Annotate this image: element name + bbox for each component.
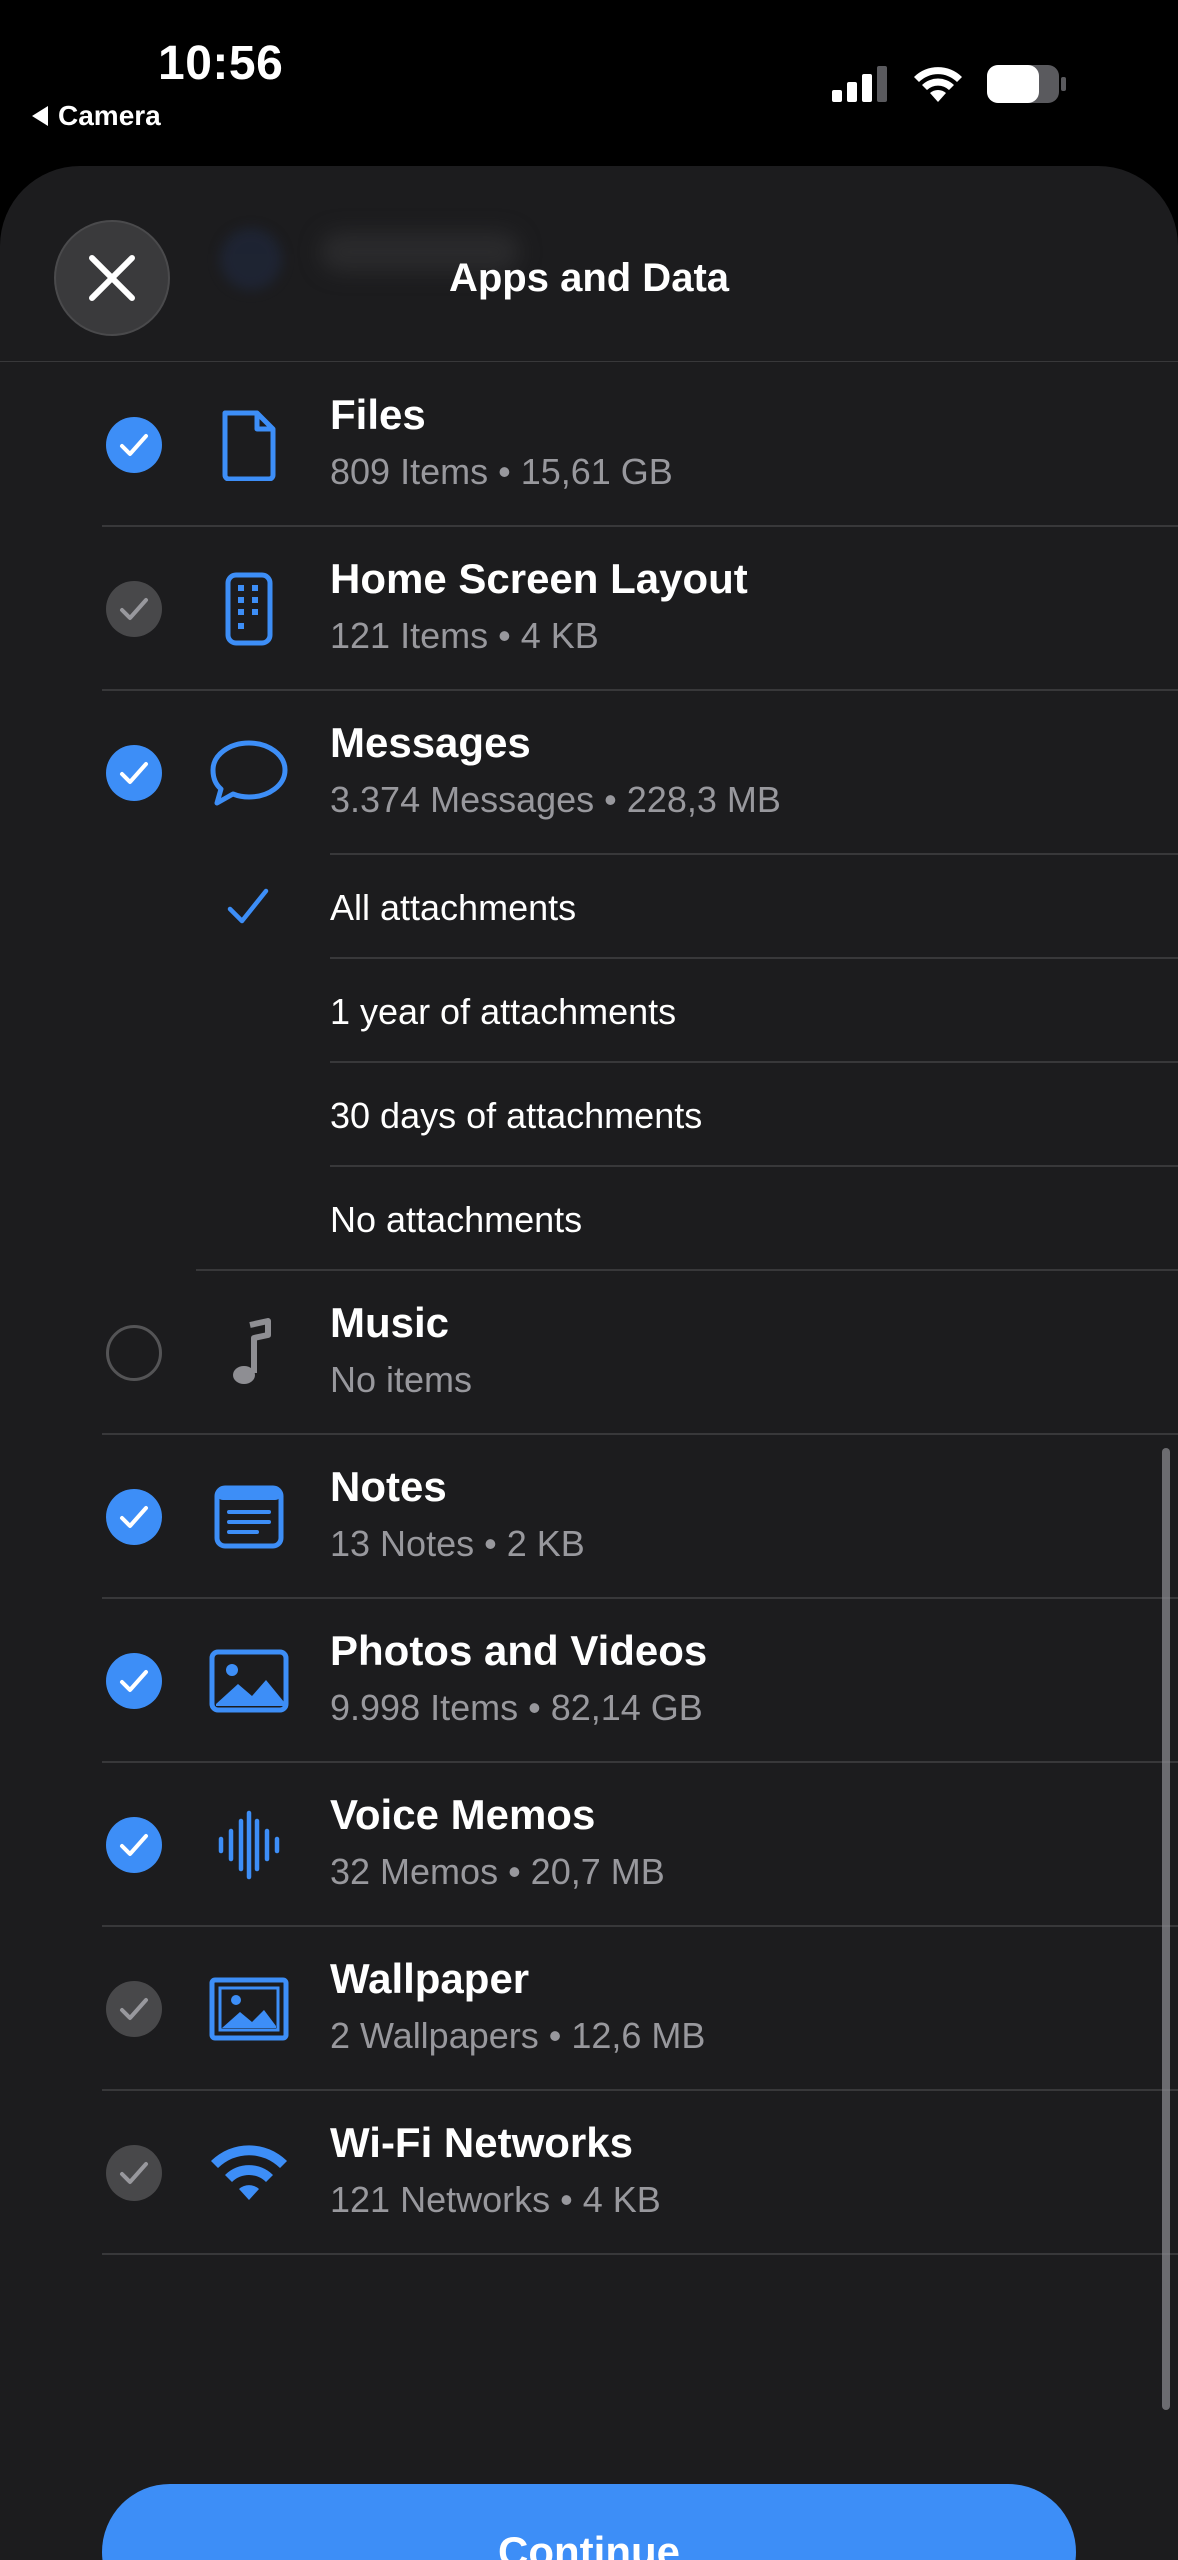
- item-subtitle: 13 Notes • 2 KB: [330, 1523, 585, 1564]
- sheet-title: Apps and Data: [448, 256, 730, 300]
- checkmark-icon: [120, 762, 148, 784]
- checkmark-icon: [120, 2162, 148, 2184]
- continue-button[interactable]: Continue: [102, 2484, 1076, 2560]
- speech-bubble-icon: [204, 731, 294, 815]
- list-item-voice-memos[interactable]: Voice Memos 32 Memos • 20,7 MB: [0, 1763, 1178, 1927]
- music-note-icon: [204, 1311, 294, 1395]
- item-subtitle: 121 Networks • 4 KB: [330, 2179, 661, 2220]
- option-label: 1 year of attachments: [330, 991, 677, 1032]
- scrollbar[interactable]: [1162, 1448, 1170, 2410]
- item-subtitle: 809 Items • 15,61 GB: [330, 451, 673, 492]
- notes-checkbox[interactable]: [106, 1489, 162, 1545]
- document-icon: [204, 403, 294, 487]
- back-label: Camera: [58, 100, 161, 131]
- photos-checkbox[interactable]: [106, 1653, 162, 1709]
- wallpaper-checkbox: [106, 1981, 162, 2037]
- cellular-signal-icon: [832, 66, 887, 102]
- wifi-checkbox: [106, 2145, 162, 2201]
- checkmark-icon: [120, 434, 148, 456]
- back-arrow-icon: [32, 106, 48, 126]
- option-label: All attachments: [330, 887, 577, 928]
- data-category-list: Files 809 Items • 15,61 GB Home Screen L…: [0, 363, 1178, 2255]
- item-title: Messages: [330, 719, 531, 766]
- item-title: Photos and Videos: [330, 1627, 708, 1674]
- phone-grid-icon: [204, 567, 294, 651]
- music-checkbox[interactable]: [106, 1325, 162, 1381]
- list-item-files[interactable]: Files 809 Items • 15,61 GB: [0, 363, 1178, 527]
- item-subtitle: 3.374 Messages • 228,3 MB: [330, 779, 781, 820]
- item-subtitle: 9.998 Items • 82,14 GB: [330, 1687, 703, 1728]
- battery-icon: [987, 65, 1066, 103]
- sheet-header: Apps and Data: [0, 166, 1178, 362]
- list-item-photos-and-videos[interactable]: Photos and Videos 9.998 Items • 82,14 GB: [0, 1599, 1178, 1763]
- wifi-icon: [204, 2131, 294, 2215]
- item-title: Voice Memos: [330, 1791, 596, 1838]
- item-title: Files: [330, 391, 426, 438]
- list-item-wifi-networks[interactable]: Wi-Fi Networks 121 Networks • 4 KB: [0, 2091, 1178, 2255]
- item-title: Notes: [330, 1463, 447, 1510]
- voice-memos-checkbox[interactable]: [106, 1817, 162, 1873]
- option-label: No attachments: [330, 1199, 583, 1240]
- home-screen-checkbox: [106, 581, 162, 637]
- files-checkbox[interactable]: [106, 417, 162, 473]
- checkmark-icon: [120, 1834, 148, 1856]
- item-subtitle: No items: [330, 1359, 473, 1400]
- checkmark-icon: [120, 1506, 148, 1528]
- item-title: Home Screen Layout: [330, 555, 748, 602]
- item-subtitle: 2 Wallpapers • 12,6 MB: [330, 2015, 706, 2056]
- attachment-option-30-days[interactable]: 30 days of attachments: [0, 1063, 1178, 1167]
- list-item-home-screen-layout[interactable]: Home Screen Layout 121 Items • 4 KB: [0, 527, 1178, 691]
- checkmark-icon: [120, 1670, 148, 1692]
- wallpaper-icon: [204, 1967, 294, 2051]
- attachment-option-all[interactable]: All attachments: [0, 855, 1178, 959]
- item-title: Wi-Fi Networks: [330, 2119, 633, 2166]
- waveform-icon: [204, 1803, 294, 1887]
- messages-checkbox[interactable]: [106, 745, 162, 801]
- apps-and-data-sheet: Apps and Data Files 809 Items • 15,61 GB…: [0, 166, 1178, 2560]
- selected-checkmark-icon: [227, 888, 269, 924]
- attachment-option-1-year[interactable]: 1 year of attachments: [0, 959, 1178, 1063]
- option-label: 30 days of attachments: [330, 1095, 703, 1136]
- checkmark-icon: [120, 598, 148, 620]
- list-item-notes[interactable]: Notes 13 Notes • 2 KB: [0, 1435, 1178, 1599]
- item-subtitle: 32 Memos • 20,7 MB: [330, 1851, 665, 1892]
- checkmark-icon: [120, 1998, 148, 2020]
- list-item-wallpaper[interactable]: Wallpaper 2 Wallpapers • 12,6 MB: [0, 1927, 1178, 2091]
- attachment-option-none[interactable]: No attachments: [0, 1167, 1178, 1271]
- list-item-messages[interactable]: Messages 3.374 Messages • 228,3 MB: [0, 691, 1178, 855]
- status-time: 10:56: [158, 37, 284, 90]
- note-icon: [204, 1475, 294, 1559]
- photo-icon: [204, 1639, 294, 1723]
- list-item-music[interactable]: Music No items: [0, 1271, 1178, 1435]
- back-to-camera-link[interactable]: Camera: [32, 100, 161, 132]
- item-title: Wallpaper: [330, 1955, 530, 2002]
- status-icons: [832, 64, 1068, 104]
- wifi-status-icon: [914, 67, 962, 102]
- item-title: Music: [330, 1299, 450, 1346]
- item-subtitle: 121 Items • 4 KB: [330, 615, 599, 656]
